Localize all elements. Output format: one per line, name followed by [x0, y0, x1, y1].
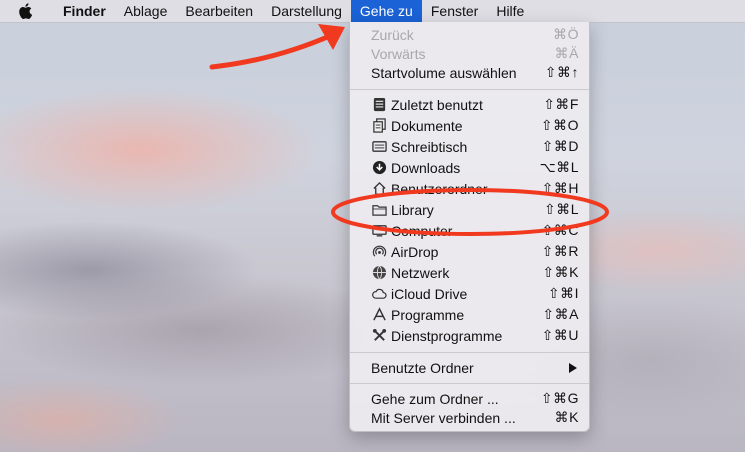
menu-separator	[350, 352, 589, 353]
airdrop-icon	[371, 244, 387, 260]
network-icon	[371, 265, 387, 281]
apple-logo-icon[interactable]	[16, 2, 34, 20]
utilities-icon	[371, 328, 387, 344]
menu-bar: Finder Ablage Bearbeiten Darstellung Geh…	[0, 0, 745, 23]
menu-item-zurueck[interactable]: Zurück ⌘Ö	[350, 24, 589, 45]
recents-icon	[371, 97, 387, 113]
menubar-item-ablage[interactable]: Ablage	[115, 0, 177, 22]
cloud-icon	[371, 286, 387, 302]
computer-icon	[371, 223, 387, 239]
submenu-arrow-icon	[569, 362, 577, 373]
menu-item-airdrop[interactable]: AirDrop ⇧⌘R	[350, 241, 589, 262]
menu-item-dokumente[interactable]: Dokumente ⇧⌘O	[350, 115, 589, 136]
documents-icon	[371, 118, 387, 134]
menu-item-netzwerk[interactable]: Netzwerk ⇧⌘K	[350, 262, 589, 283]
folder-icon	[371, 202, 387, 218]
menubar-item-finder[interactable]: Finder	[54, 0, 115, 22]
menu-item-mit-server-verbinden[interactable]: Mit Server verbinden ... ⌘K	[350, 407, 589, 428]
menu-item-downloads[interactable]: Downloads ⌥⌘L	[350, 157, 589, 178]
menubar-item-gehe-zu[interactable]: Gehe zu	[350, 0, 422, 22]
home-icon	[371, 181, 387, 197]
desktop-icon	[371, 139, 387, 155]
menu-item-benutzerordner[interactable]: Benutzerordner ⇧⌘H	[350, 178, 589, 199]
applications-icon	[371, 307, 387, 323]
menubar-item-hilfe[interactable]: Hilfe	[487, 0, 533, 22]
gehe-zu-menu: Zurück ⌘Ö Vorwärts ⌘Ä Startvolume auswäh…	[349, 22, 590, 432]
menu-item-vorwaerts[interactable]: Vorwärts ⌘Ä	[350, 43, 589, 64]
menu-item-programme[interactable]: Programme ⇧⌘A	[350, 304, 589, 325]
menu-item-gehe-zum-ordner[interactable]: Gehe zum Ordner ... ⇧⌘G	[350, 388, 589, 409]
menu-item-benutzte-ordner[interactable]: Benutzte Ordner	[350, 357, 589, 378]
downloads-icon	[371, 160, 387, 176]
menu-item-library[interactable]: Library ⇧⌘L	[350, 199, 589, 220]
menubar-item-darstellung[interactable]: Darstellung	[262, 0, 351, 22]
menubar-item-fenster[interactable]: Fenster	[422, 0, 487, 22]
menu-item-icloud-drive[interactable]: iCloud Drive ⇧⌘I	[350, 283, 589, 304]
menu-item-startvolume[interactable]: Startvolume auswählen ⇧⌘↑	[350, 62, 589, 83]
menu-item-dienstprogramme[interactable]: Dienstprogramme ⇧⌘U	[350, 325, 589, 346]
menu-separator	[350, 89, 589, 90]
menu-item-computer[interactable]: Computer ⇧⌘C	[350, 220, 589, 241]
menu-item-zuletzt-benutzt[interactable]: Zuletzt benutzt ⇧⌘F	[350, 94, 589, 115]
menu-item-schreibtisch[interactable]: Schreibtisch ⇧⌘D	[350, 136, 589, 157]
menubar-item-bearbeiten[interactable]: Bearbeiten	[176, 0, 262, 22]
menu-separator	[350, 383, 589, 384]
